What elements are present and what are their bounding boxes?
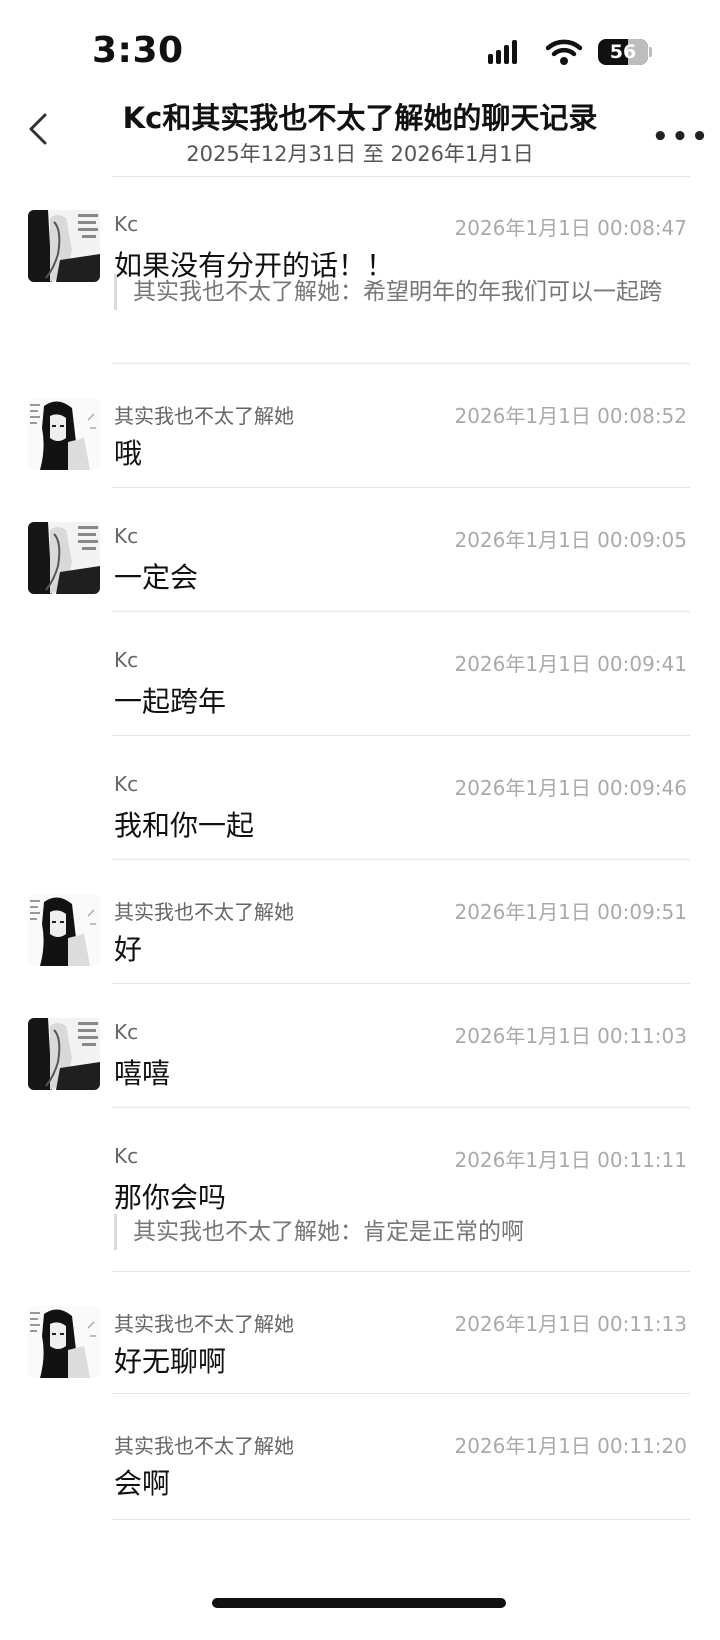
message-text: 好	[114, 933, 143, 966]
more-options-icon[interactable]: •••	[652, 122, 711, 152]
avatar[interactable]	[28, 1306, 100, 1378]
sender-name: 其实我也不太了解她	[114, 1312, 294, 1336]
battery-cap	[649, 47, 652, 57]
sender-name: Kc	[114, 772, 139, 796]
message-item[interactable]: 其实我也不太了解她 2026年1月1日 00:09:51 好	[0, 860, 720, 984]
battery-level: 56	[609, 41, 637, 63]
message-item[interactable]: Kc 2026年1月1日 00:09:05 一定会	[0, 488, 720, 612]
avatar[interactable]	[28, 210, 100, 282]
message-item[interactable]: 其实我也不太了解她 2026年1月1日 00:11:20 会啊	[0, 1394, 720, 1520]
sender-name: 其实我也不太了解她	[114, 1434, 294, 1458]
sender-name: Kc	[114, 648, 139, 672]
message-timestamp: 2026年1月1日 00:09:05	[454, 528, 687, 552]
wifi-icon	[546, 39, 582, 65]
message-timestamp: 2026年1月1日 00:11:03	[454, 1024, 687, 1048]
message-text: 好无聊啊	[114, 1345, 227, 1378]
avatar[interactable]	[28, 522, 100, 594]
message-timestamp: 2026年1月1日 00:09:41	[454, 652, 687, 676]
message-text: 一定会	[114, 561, 199, 594]
message-item[interactable]: Kc 2026年1月1日 00:11:03 嘻嘻	[0, 984, 720, 1108]
message-item[interactable]: Kc 2026年1月1日 00:09:46 我和你一起	[0, 736, 720, 860]
message-text: 哦	[114, 437, 143, 470]
date-range-subtitle: 2025年12月31日 至 2026年1月1日	[186, 142, 534, 166]
message-text: 会啊	[114, 1467, 171, 1500]
page-title: Kc和其实我也不太了解她的聊天记录	[122, 101, 598, 135]
status-bar: 3:30 56	[0, 0, 720, 90]
message-item[interactable]: Kc 2026年1月1日 00:11:11 那你会吗 其实我也不太了解她：肯定是…	[0, 1108, 720, 1272]
quoted-reply: 其实我也不太了解她：希望明年的年我们可以一起跨	[114, 274, 673, 310]
battery-icon: 56	[598, 39, 648, 65]
message-item[interactable]: 其实我也不太了解她 2026年1月1日 00:08:52 哦	[0, 364, 720, 488]
avatar[interactable]	[28, 398, 100, 470]
message-timestamp: 2026年1月1日 00:11:20	[454, 1434, 687, 1458]
status-time: 3:30	[92, 30, 184, 71]
message-text: 一起跨年	[114, 685, 227, 718]
avatar[interactable]	[28, 894, 100, 966]
message-item[interactable]: 其实我也不太了解她 2026年1月1日 00:11:13 好无聊啊	[0, 1272, 720, 1394]
quoted-reply: 其实我也不太了解她：肯定是正常的啊	[114, 1214, 673, 1250]
message-item[interactable]: Kc 2026年1月1日 00:08:47 如果没有分开的话！！ 其实我也不太了…	[0, 176, 720, 364]
sender-name: 其实我也不太了解她	[114, 404, 294, 428]
sender-name: Kc	[114, 212, 139, 236]
message-timestamp: 2026年1月1日 00:08:52	[454, 404, 687, 428]
message-text: 嘻嘻	[114, 1057, 171, 1090]
message-item[interactable]: Kc 2026年1月1日 00:09:41 一起跨年	[0, 612, 720, 736]
message-timestamp: 2026年1月1日 00:08:47	[454, 216, 687, 240]
sender-name: Kc	[114, 1020, 139, 1044]
cellular-signal-icon	[488, 40, 517, 64]
message-divider	[112, 1519, 690, 1520]
avatar[interactable]	[28, 1018, 100, 1090]
sender-name: 其实我也不太了解她	[114, 900, 294, 924]
back-chevron-icon[interactable]	[26, 112, 50, 146]
home-indicator[interactable]	[212, 1598, 506, 1608]
message-text: 我和你一起	[114, 809, 255, 842]
sender-name: Kc	[114, 1144, 139, 1168]
message-timestamp: 2026年1月1日 00:11:13	[454, 1312, 687, 1336]
message-text: 那你会吗	[114, 1181, 227, 1214]
sender-name: Kc	[114, 524, 139, 548]
message-timestamp: 2026年1月1日 00:11:11	[454, 1148, 687, 1172]
message-timestamp: 2026年1月1日 00:09:51	[454, 900, 687, 924]
message-timestamp: 2026年1月1日 00:09:46	[454, 776, 687, 800]
